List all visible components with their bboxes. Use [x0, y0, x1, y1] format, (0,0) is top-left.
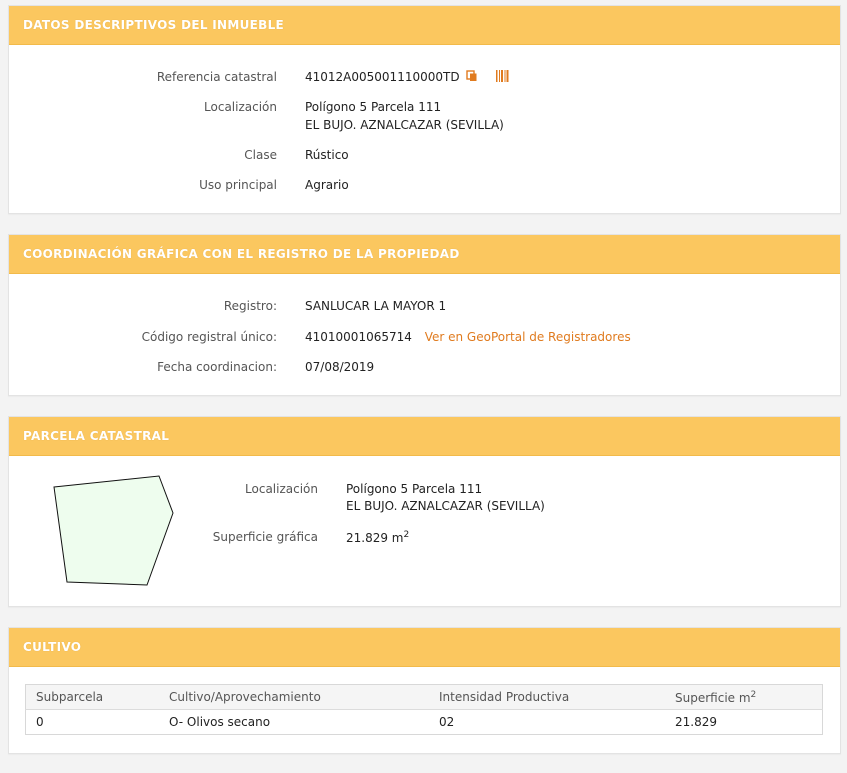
col-cultivo: Cultivo/Aprovechamiento [159, 684, 429, 710]
col-superficie-exp: 2 [750, 689, 757, 700]
uso-principal-value: Agrario [305, 178, 349, 192]
cultivo-table-header: Subparcela Cultivo/Aprovechamiento Inten… [25, 684, 823, 710]
parcel-shape-thumbnail[interactable] [49, 472, 179, 592]
referencia-catastral-text[interactable]: 41012A005001110000TD [305, 70, 460, 84]
parcela-localizacion-line2: EL BUJO. AZNALCAZAR (SEVILLA) [346, 499, 545, 513]
cell-intensidad: 02 [439, 715, 455, 729]
localizacion-line2: EL BUJO. AZNALCAZAR (SEVILLA) [305, 118, 504, 132]
parcela-catastral-panel: PARCELA CATASTRAL Localización Polígono … [8, 416, 841, 607]
barcode-icon[interactable] [496, 70, 509, 85]
clase-value: Rústico [305, 148, 349, 162]
cell-subparcela: 0 [36, 715, 44, 729]
localizacion-label: Localización [204, 100, 277, 114]
uso-principal-label: Uso principal [199, 178, 277, 192]
cultivo-table: Subparcela Cultivo/Aprovechamiento Inten… [25, 684, 823, 735]
geoportal-link[interactable]: Ver en GeoPortal de Registradores [425, 330, 631, 344]
parcel-polygon [53, 475, 174, 586]
clase-label: Clase [244, 148, 277, 162]
cell-superficie: 21.829 [675, 715, 717, 729]
referencia-catastral-value: 41012A005001110000TD [305, 70, 509, 85]
col-superficie-text: Superficie m [675, 690, 751, 705]
datos-descriptivos-title: DATOS DESCRIPTIVOS DEL INMUEBLE [9, 6, 840, 45]
referencia-catastral-label: Referencia catastral [156, 70, 277, 84]
cultivo-panel: CULTIVO Subparcela Cultivo/Aprovechamien… [8, 627, 841, 754]
datos-descriptivos-panel: DATOS DESCRIPTIVOS DEL INMUEBLE Referenc… [8, 5, 841, 214]
superficie-grafica-value: 21.829 m2 [346, 530, 409, 545]
parcela-localizacion-label: Localización [245, 482, 318, 496]
parcela-catastral-title: PARCELA CATASTRAL [9, 417, 840, 456]
codigo-registral-text: 41010001065714 [305, 330, 412, 344]
codigo-registral-label: Código registral único: [141, 330, 277, 344]
registro-label: Registro: [223, 299, 277, 313]
parcela-localizacion-line1: Polígono 5 Parcela 111 [346, 482, 483, 496]
coordinacion-panel: COORDINACIÓN GRÁFICA CON EL REGISTRO DE … [8, 234, 841, 396]
registro-value: SANLUCAR LA MAYOR 1 [305, 299, 447, 313]
fecha-coordinacion-value: 07/08/2019 [305, 360, 375, 374]
superficie-grafica-label: Superficie gráfica [212, 530, 318, 544]
col-subparcela: Subparcela [25, 684, 159, 710]
localizacion-line1: Polígono 5 Parcela 111 [305, 100, 442, 114]
copy-icon[interactable] [466, 70, 478, 85]
cultivo-title: CULTIVO [9, 628, 840, 667]
superficie-grafica-text: 21.829 m [346, 531, 404, 545]
superficie-unit-exp: 2 [403, 530, 410, 540]
codigo-registral-value: 41010001065714 Ver en GeoPortal de Regis… [305, 330, 631, 344]
col-intensidad: Intensidad Productiva [429, 684, 665, 710]
table-row: 0 O- Olivos secano 02 21.829 [26, 710, 823, 735]
fecha-coordinacion-label: Fecha coordinacion: [157, 360, 277, 374]
coordinacion-title: COORDINACIÓN GRÁFICA CON EL REGISTRO DE … [9, 235, 840, 274]
col-superficie: Superficie m2 [665, 684, 823, 710]
cell-cultivo: O- Olivos secano [169, 715, 271, 729]
